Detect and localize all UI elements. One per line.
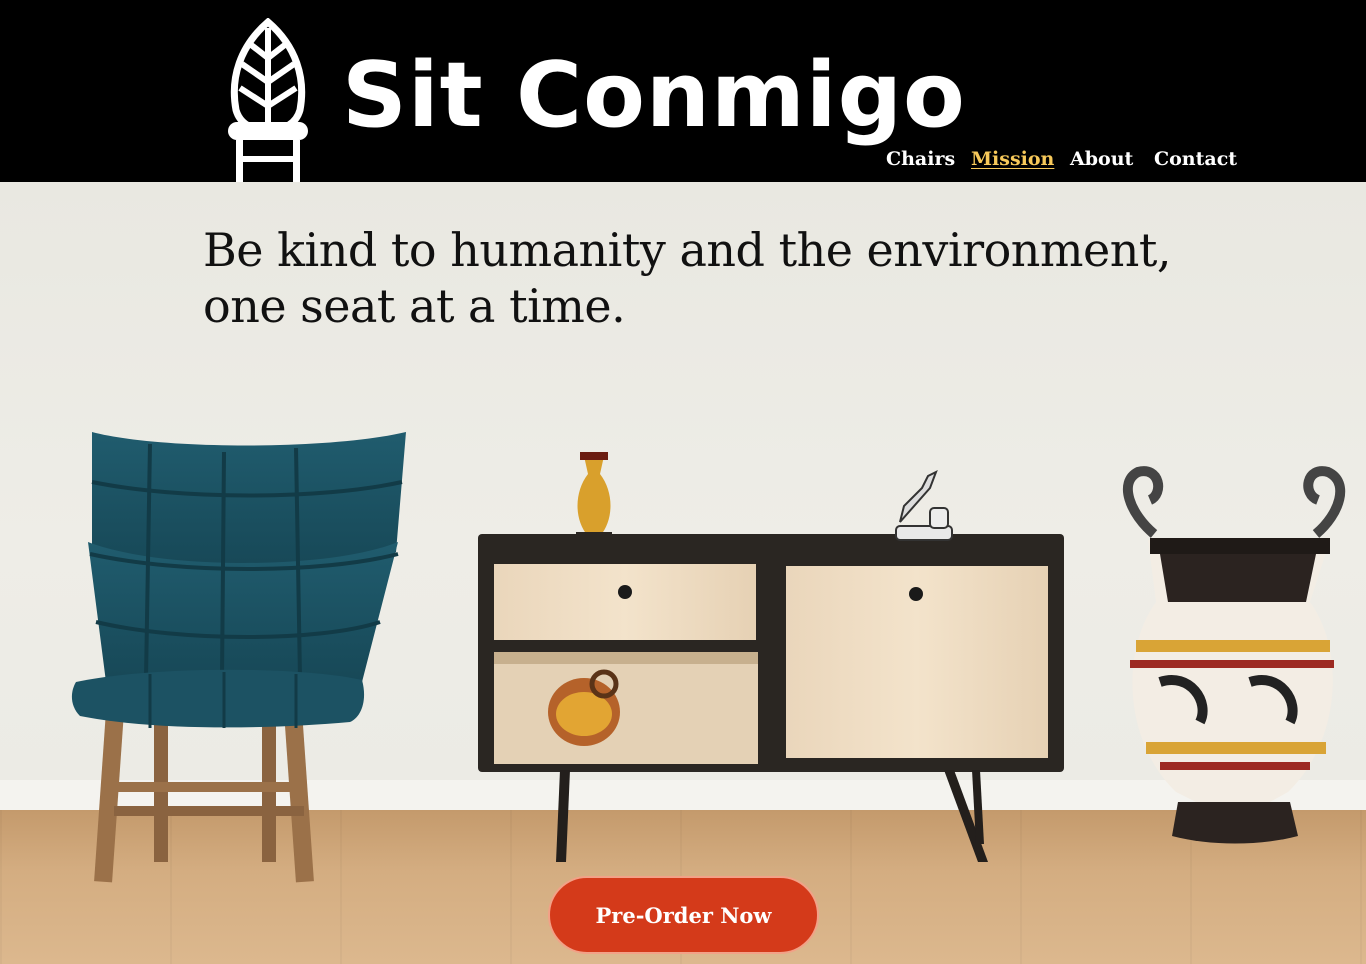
pre-order-button[interactable]: Pre-Order Now [548,876,819,954]
chair-leaf-icon[interactable] [226,18,310,182]
site-header: Sit Conmigo Chairs Mission About Contact [0,0,1366,182]
nav-item-mission[interactable]: Mission [971,148,1054,170]
hero-section: Be kind to humanity and the environment,… [0,182,1366,964]
brand-name[interactable]: Sit Conmigo [342,46,966,146]
armchair-illustration [71,432,406,883]
hero-scene-image [71,432,1346,883]
figurine-illustration [895,469,953,541]
small-vase-illustration [576,452,612,538]
sideboard-illustration [478,534,1064,862]
nav-item-about[interactable]: About [1070,148,1133,170]
nav-item-chairs[interactable]: Chairs [886,148,955,170]
amphora-illustration [1123,466,1346,844]
nav-item-contact[interactable]: Contact [1154,148,1237,170]
